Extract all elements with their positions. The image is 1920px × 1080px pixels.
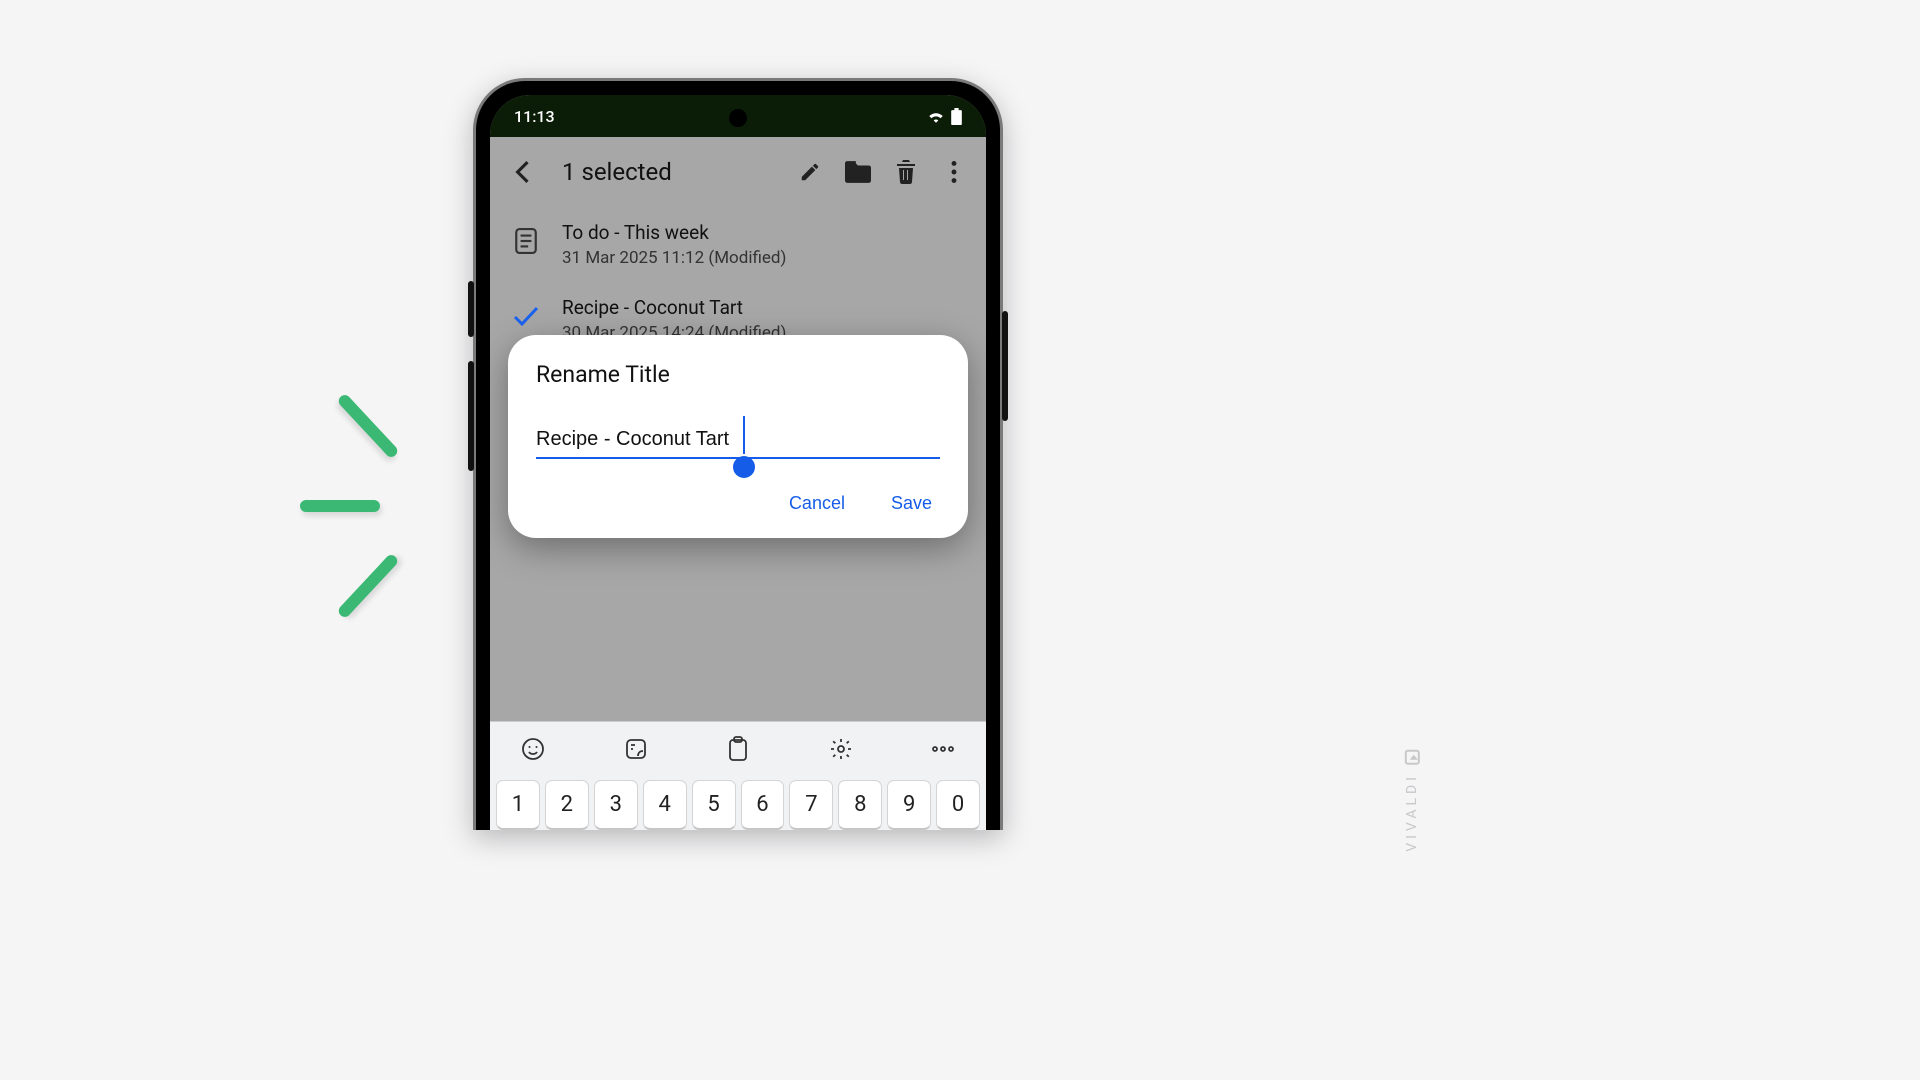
sticker-icon: [624, 737, 648, 761]
note-subtitle: 31 Mar 2025 11:12 (Modified): [562, 248, 786, 268]
more-button[interactable]: [940, 158, 968, 186]
dialog-title: Rename Title: [536, 361, 940, 388]
streak: [336, 553, 399, 620]
note-row[interactable]: To do - This week 31 Mar 2025 11:12 (Mod…: [490, 207, 986, 282]
text-cursor-icon: [743, 416, 745, 454]
chevron-left-icon: [515, 161, 529, 183]
kbd-clipboard-button[interactable]: [723, 734, 753, 764]
edit-button[interactable]: [796, 158, 824, 186]
hw-button: [468, 281, 474, 337]
key-0[interactable]: 0: [936, 780, 980, 830]
key-3[interactable]: 3: [594, 780, 638, 830]
play-box-icon: [1405, 750, 1420, 765]
hw-button: [1002, 311, 1008, 421]
more-horiz-icon: [932, 746, 954, 752]
key-6[interactable]: 6: [741, 780, 785, 830]
kbd-more-button[interactable]: [928, 734, 958, 764]
status-icons: [927, 108, 962, 125]
key-8[interactable]: 8: [838, 780, 882, 830]
status-time: 11:13: [514, 107, 555, 126]
key-4[interactable]: 4: [643, 780, 687, 830]
selection-count: 1 selected: [562, 158, 776, 186]
cancel-button[interactable]: Cancel: [781, 487, 853, 520]
key-5[interactable]: 5: [692, 780, 736, 830]
key-7[interactable]: 7: [789, 780, 833, 830]
streak: [300, 500, 380, 512]
phone-frame: 11:13 1 selected: [473, 78, 1003, 830]
key-9[interactable]: 9: [887, 780, 931, 830]
cursor-handle-icon[interactable]: [733, 456, 755, 478]
key-1[interactable]: 1: [496, 780, 540, 830]
delete-button[interactable]: [892, 158, 920, 186]
note-title: To do - This week: [562, 221, 786, 244]
soft-keyboard: 1 2 3 4 5 6 7 8 9 0: [490, 721, 986, 830]
folder-move-icon: [845, 161, 871, 183]
wifi-icon: [927, 109, 945, 123]
key-2[interactable]: 2: [545, 780, 589, 830]
watermark-text: VIVALDI: [1404, 773, 1420, 852]
kbd-number-row: 1 2 3 4 5 6 7 8 9 0: [490, 776, 986, 830]
note-title: Recipe - Coconut Tart: [562, 296, 786, 319]
back-button[interactable]: [508, 158, 536, 186]
clipboard-icon: [727, 736, 749, 762]
kbd-settings-button[interactable]: [826, 734, 856, 764]
selected-check-icon: [512, 302, 540, 330]
rename-input[interactable]: [536, 426, 940, 459]
move-button[interactable]: [844, 158, 872, 186]
camera-hole-icon: [729, 109, 747, 127]
gear-icon: [829, 737, 853, 761]
kbd-sticker-button[interactable]: [621, 734, 651, 764]
rename-dialog: Rename Title Cancel Save: [508, 335, 968, 538]
battery-icon: [951, 108, 962, 125]
note-icon: [512, 227, 540, 255]
save-button[interactable]: Save: [883, 487, 940, 520]
emoji-icon: [521, 737, 545, 761]
pencil-icon: [799, 161, 821, 183]
watermark: VIVALDI: [1404, 750, 1420, 852]
kbd-emoji-button[interactable]: [518, 734, 548, 764]
phone-screen: 11:13 1 selected: [490, 95, 986, 830]
attention-streaks: [300, 400, 420, 610]
more-vert-icon: [951, 161, 957, 183]
streak: [336, 393, 399, 460]
hw-button: [468, 361, 474, 471]
trash-icon: [895, 160, 917, 184]
selection-app-bar: 1 selected: [490, 137, 986, 207]
